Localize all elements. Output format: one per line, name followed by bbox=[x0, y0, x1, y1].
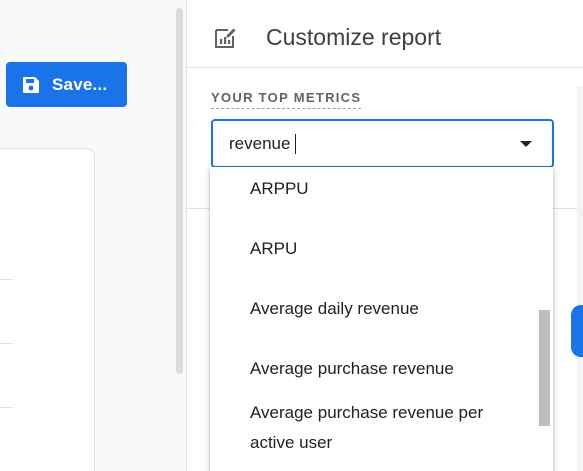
metric-search-input[interactable] bbox=[229, 131, 509, 157]
metric-search-field[interactable] bbox=[211, 119, 554, 168]
panel-title: Customize report bbox=[266, 24, 442, 50]
customize-report-icon bbox=[213, 26, 237, 50]
report-card bbox=[0, 148, 95, 471]
save-button-label: Save... bbox=[52, 74, 108, 94]
top-metrics-label: YOUR TOP METRICS bbox=[211, 90, 362, 109]
card-divider bbox=[0, 343, 13, 344]
floating-action-button[interactable] bbox=[571, 305, 583, 357]
metric-options-list: ARPPU ARPU Average daily revenue Average… bbox=[210, 167, 553, 471]
option-average-purchase-revenue[interactable]: Average purchase revenue bbox=[250, 354, 454, 384]
option-arpu[interactable]: ARPU bbox=[250, 234, 297, 264]
page-scrollbar[interactable] bbox=[176, 8, 183, 374]
save-icon bbox=[22, 76, 40, 94]
panel-scrollbar-track[interactable] bbox=[577, 86, 583, 471]
option-average-daily-revenue[interactable]: Average daily revenue bbox=[250, 294, 419, 324]
card-divider bbox=[0, 279, 13, 280]
text-caret bbox=[295, 134, 296, 154]
option-arppu[interactable]: ARPPU bbox=[250, 174, 309, 204]
save-button[interactable]: Save... bbox=[6, 62, 127, 107]
option-average-purchase-revenue-per-active-user[interactable]: Average purchase revenue per active user bbox=[250, 398, 510, 458]
options-scrollbar[interactable] bbox=[539, 310, 550, 426]
panel-header: Customize report bbox=[187, 0, 583, 68]
card-divider bbox=[0, 407, 13, 408]
report-page-background: Save... bbox=[0, 0, 178, 471]
dropdown-arrow-icon[interactable] bbox=[520, 141, 532, 147]
